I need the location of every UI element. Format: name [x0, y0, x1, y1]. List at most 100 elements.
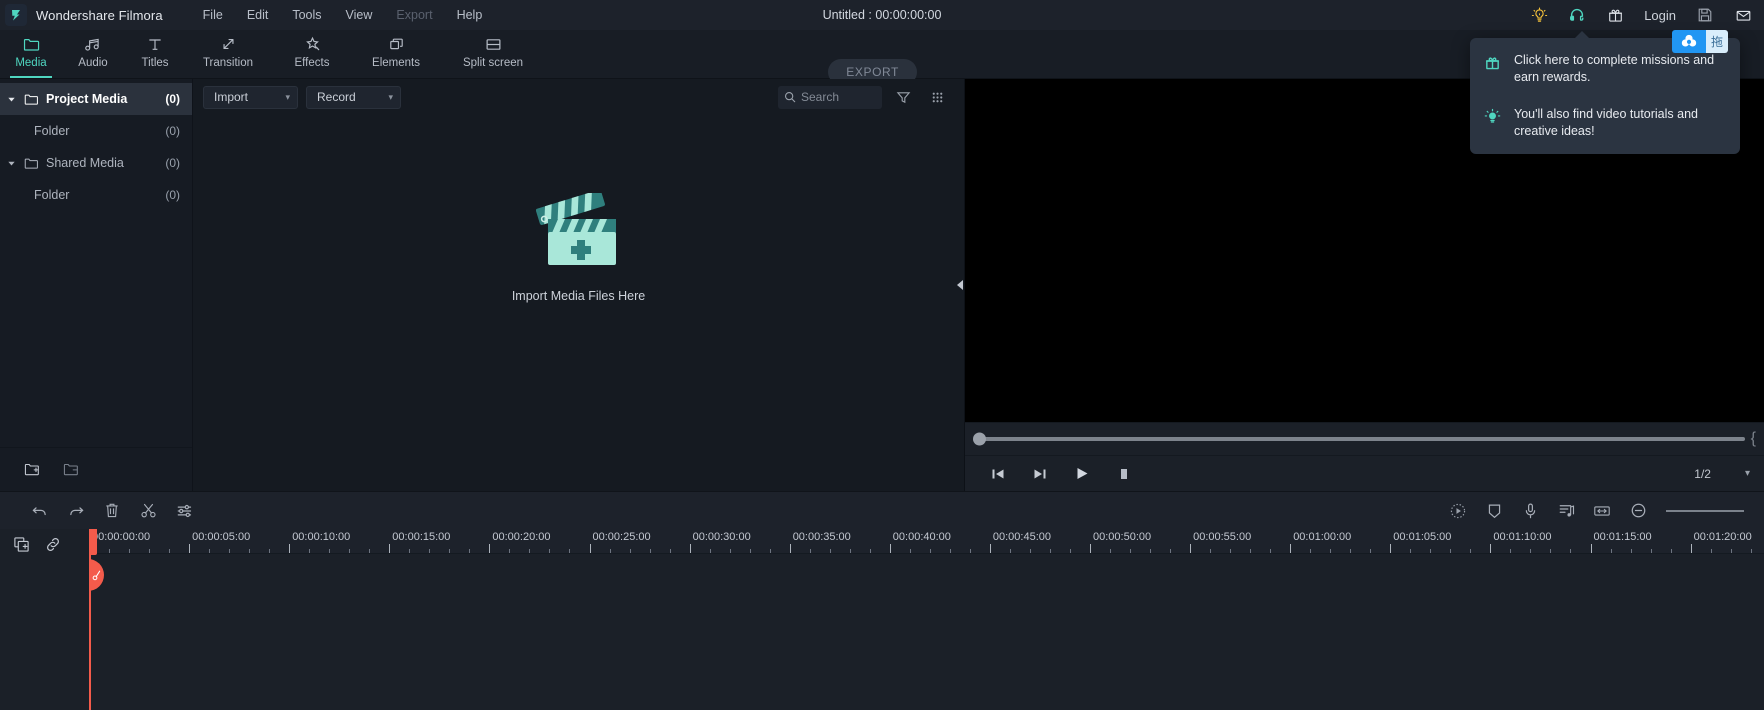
ruler-minor-tick — [569, 549, 571, 553]
ruler-tick-label: 00:00:10:00 — [292, 531, 351, 543]
trash-icon[interactable] — [94, 493, 130, 529]
ruler-major-tick — [989, 544, 991, 553]
stop-icon[interactable] — [1113, 463, 1135, 485]
cloud-drive-label[interactable]: 拖 — [1706, 30, 1728, 53]
tab-split-screen[interactable]: Split screen — [438, 29, 548, 78]
ruler-minor-tick — [1310, 549, 1312, 553]
ruler-major-tick — [1190, 544, 1192, 553]
lightbulb-icon[interactable] — [1520, 0, 1558, 30]
ruler-minor-tick — [649, 549, 651, 553]
ruler-tick-label: 00:00:45:00 — [992, 531, 1052, 543]
search-input[interactable] — [801, 90, 876, 104]
folder-icon — [23, 34, 40, 54]
ruler-minor-tick — [749, 549, 751, 553]
dotted-play-circle-icon[interactable] — [1440, 493, 1476, 529]
cloud-drive-badge[interactable]: 拖 — [1672, 30, 1728, 53]
ruler-tick-label: 00:00:05:00 — [192, 531, 251, 543]
playback-scrubber[interactable] — [973, 432, 1745, 446]
undo-arrow-icon[interactable] — [22, 493, 58, 529]
title-bar: Wondershare Filmora File Edit Tools View… — [0, 0, 1764, 30]
save-icon[interactable] — [1686, 0, 1724, 30]
cloud-drive-icon[interactable] — [1672, 30, 1706, 53]
filter-funnel-icon[interactable] — [890, 84, 916, 110]
tab-elements[interactable]: Elements — [354, 29, 438, 78]
fit-horizontal-icon[interactable] — [1584, 493, 1620, 529]
ruler-minor-tick — [1630, 549, 1632, 553]
remove-folder-icon[interactable] — [63, 462, 80, 477]
ruler-major-tick — [1390, 544, 1392, 553]
gift-icon[interactable] — [1596, 0, 1634, 30]
scissors-icon[interactable] — [130, 493, 166, 529]
ruler-minor-tick — [969, 549, 971, 553]
tab-label: Transition — [202, 57, 254, 69]
tree-item-project-folder[interactable]: Folder (0) — [0, 115, 192, 147]
step-forward-icon[interactable] — [1029, 463, 1051, 485]
sliders-icon[interactable] — [166, 493, 202, 529]
tree-item-label: Folder — [34, 188, 70, 202]
import-dropdown[interactable]: Import ▾ — [203, 85, 298, 109]
microphone-icon[interactable] — [1512, 493, 1548, 529]
timeline-tracks[interactable] — [89, 554, 1764, 710]
media-empty-state[interactable]: Import Media Files Here — [193, 115, 964, 491]
collapse-left-icon[interactable] — [955, 262, 965, 308]
tree-item-shared-folder[interactable]: Folder (0) — [0, 179, 192, 211]
mail-icon[interactable] — [1724, 0, 1762, 30]
play-icon[interactable] — [1071, 463, 1093, 485]
record-dropdown[interactable]: Record ▾ — [306, 85, 401, 109]
redo-arrow-icon[interactable] — [58, 493, 94, 529]
add-folder-icon[interactable] — [24, 462, 41, 477]
tab-audio[interactable]: Audio — [62, 29, 124, 78]
tree-item-project-media[interactable]: Project Media (0) — [0, 83, 192, 115]
scrubber-handle[interactable] — [973, 432, 986, 446]
tab-media[interactable]: Media — [0, 29, 62, 78]
grid-view-icon[interactable] — [924, 84, 950, 110]
ruler-major-tick — [389, 544, 391, 553]
ruler-major-tick — [1590, 544, 1592, 553]
ruler-minor-tick — [249, 549, 251, 553]
tab-titles[interactable]: Titles — [124, 29, 186, 78]
add-track-icon[interactable] — [13, 536, 30, 553]
chevron-down-icon[interactable] — [0, 95, 22, 104]
timeline-zoom-slider[interactable] — [1666, 509, 1744, 512]
tab-effects[interactable]: Effects — [270, 29, 354, 78]
timeline-ruler-area[interactable]: 00:00:00:00 00:00:05:00 00:00:10:00 00:00:1… — [89, 529, 1764, 710]
login-button[interactable]: Login — [1634, 8, 1686, 23]
tab-transition[interactable]: Transition — [186, 29, 270, 78]
marker-shield-icon[interactable] — [1476, 493, 1512, 529]
tooltip-text: Click here to complete missions and earn… — [1514, 53, 1715, 84]
search-box[interactable] — [778, 85, 882, 109]
ruler-major-tick — [589, 544, 591, 553]
menu-tools[interactable]: Tools — [280, 4, 333, 26]
playhead[interactable] — [89, 529, 104, 710]
ruler-minor-tick — [829, 549, 831, 553]
preview-quality-dropdown[interactable]: 1/2 ▾ — [1688, 465, 1756, 483]
player-controls: 1/2 ▾ — [965, 455, 1764, 491]
missions-tooltip-popup[interactable]: Click here to complete missions and earn… — [1470, 31, 1740, 154]
menu-view[interactable]: View — [334, 4, 385, 26]
ruler-minor-tick — [949, 549, 951, 553]
link-icon[interactable] — [44, 536, 62, 553]
ruler-minor-tick — [1230, 549, 1232, 553]
ruler-minor-tick — [909, 549, 911, 553]
step-backward-icon[interactable] — [987, 463, 1009, 485]
ruler-minor-tick — [1370, 549, 1372, 553]
lightbulb-idea-icon — [1482, 106, 1502, 125]
star-sparkle-icon — [304, 34, 321, 54]
timeline-ruler[interactable]: 00:00:00:00 00:00:05:00 00:00:10:00 00:00:1… — [89, 529, 1764, 554]
playhead-head[interactable] — [89, 529, 97, 555]
tree-item-label: Shared Media — [46, 156, 124, 170]
tree-item-count: (0) — [165, 124, 180, 138]
menu-help[interactable]: Help — [445, 4, 495, 26]
menu-file[interactable]: File — [191, 4, 235, 26]
media-empty-label: Import Media Files Here — [511, 289, 646, 303]
tree-item-shared-media[interactable]: Shared Media (0) — [0, 147, 192, 179]
menu-edit[interactable]: Edit — [235, 4, 281, 26]
minus-circle-icon[interactable] — [1620, 493, 1656, 529]
audio-note-list-icon[interactable] — [1548, 493, 1584, 529]
chevron-down-icon: ▾ — [1744, 468, 1750, 479]
chevron-down-icon[interactable] — [0, 159, 22, 168]
ruler-minor-tick — [1470, 549, 1472, 553]
transition-arrows-icon — [220, 34, 237, 54]
headset-support-icon[interactable] — [1558, 0, 1596, 30]
ruler-minor-tick — [1750, 549, 1752, 553]
